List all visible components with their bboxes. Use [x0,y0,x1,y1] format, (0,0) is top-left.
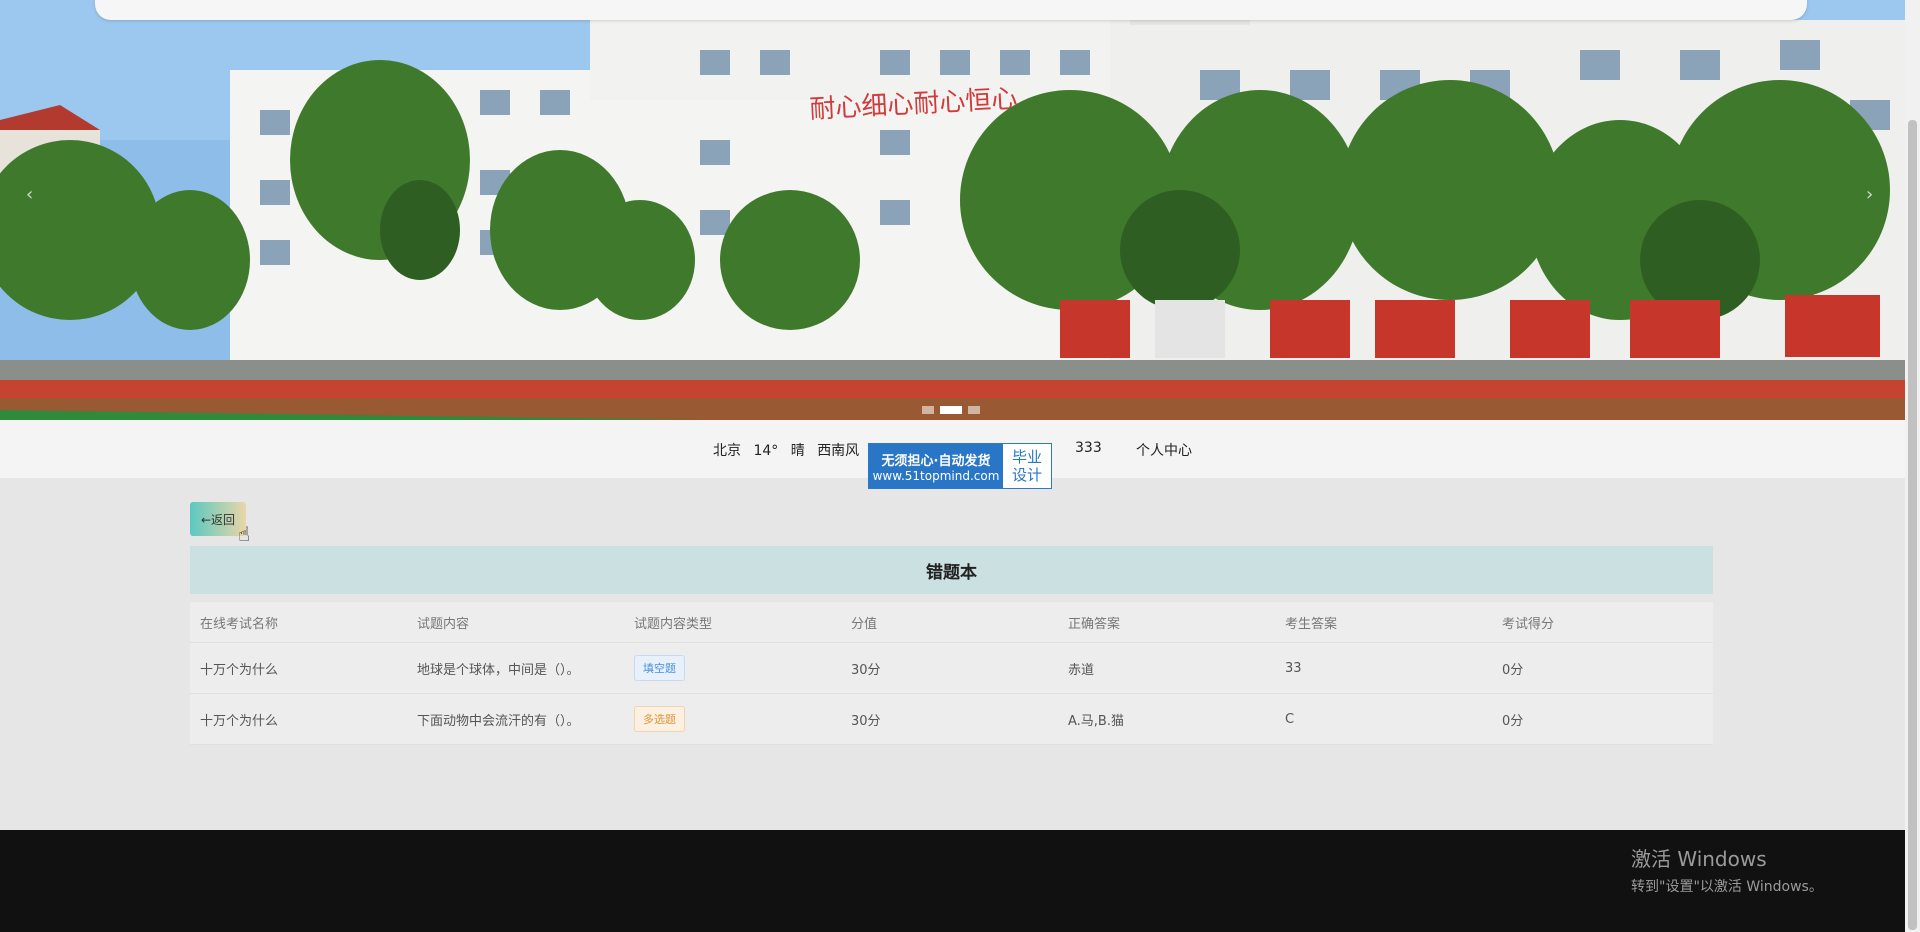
activation-hint: 转到"设置"以激活 Windows。 [1631,879,1823,895]
main-content: ←返回 ☝ 错题本 在线考试名称 试题内容 试题内容类型 分值 正确答案 考生答… [0,478,1905,830]
page-title: 错题本 [190,546,1713,594]
cell-question-type: 多选题 [624,693,841,745]
ad-slogan: 无须担心·自动发货 [881,453,991,469]
carousel-dot[interactable] [922,406,934,414]
ad-banner[interactable]: 无须担心·自动发货 www.51topmind.com 毕业 设计 [868,443,1052,489]
cell-correct-answer: 赤道 [1058,642,1275,694]
header-student-answer[interactable]: 考生答案 [1275,602,1492,643]
carousel-dot-active[interactable] [940,406,962,414]
footer [0,830,1905,932]
cell-exam-name: 十万个为什么 [190,693,407,745]
cell-exam-name: 十万个为什么 [190,642,407,694]
table-header-row: 在线考试名称 试题内容 试题内容类型 分值 正确答案 考生答案 考试得分 [190,602,1713,643]
personal-center-link[interactable]: 个人中心 [1136,440,1192,460]
top-navigation-bar [95,0,1807,20]
username[interactable]: 333 [1075,440,1102,456]
cell-correct-answer: A.马,B.猫 [1058,693,1275,745]
cell-score-value: 30分 [841,693,1058,745]
cell-student-answer: 33 [1275,642,1492,694]
table-row[interactable]: 十万个为什么 下面动物中会流汗的有（）。 多选题 30分 A.马,B.猫 C 0… [190,693,1713,745]
scrollbar-thumb[interactable] [1908,120,1917,930]
windows-activation-watermark: 激活 Windows 转到"设置"以激活 Windows。 [1631,843,1823,896]
header-exam-name[interactable]: 在线考试名称 [190,602,407,643]
hand-cursor-icon: ☝ [238,522,251,546]
header-exam-score[interactable]: 考试得分 [1492,602,1713,643]
header-question-type[interactable]: 试题内容类型 [624,602,841,643]
cell-question-type: 填空题 [624,642,841,694]
carousel-dot[interactable] [968,406,980,414]
banner-image: 耐心细心耐心恒心 [0,0,1905,420]
table-row[interactable]: 十万个为什么 地球是个球体，中间是（）。 填空题 30分 赤道 33 0分 [190,642,1713,694]
banner-carousel[interactable]: 耐心细心耐心恒心 [0,0,1905,420]
cell-question-content: 地球是个球体，中间是（）。 [407,642,624,694]
question-type-tag: 填空题 [634,655,685,681]
weather-wind: 西南风 [817,443,860,459]
cell-exam-score: 0分 [1492,693,1713,745]
header-correct-answer[interactable]: 正确答案 [1058,602,1275,643]
page-scrollbar[interactable] [1905,0,1920,932]
ad-right-text-2: 设计 [1011,466,1042,484]
carousel-indicators [922,406,980,414]
weather-temperature: 14° [753,443,779,459]
cell-score-value: 30分 [841,642,1058,694]
cell-question-content: 下面动物中会流汗的有（）。 [407,693,624,745]
ad-right-text-1: 毕业 [1011,448,1042,466]
carousel-next-arrow[interactable]: › [1866,184,1873,205]
wrong-questions-table: 在线考试名称 试题内容 试题内容类型 分值 正确答案 考生答案 考试得分 十万个… [190,602,1713,745]
cell-student-answer: C [1275,693,1492,745]
ad-left-panel: 无须担心·自动发货 www.51topmind.com [869,444,1003,488]
header-question-content[interactable]: 试题内容 [407,602,624,643]
weather-city: 北京 [713,443,741,459]
carousel-prev-arrow[interactable]: ‹ [26,184,33,205]
question-type-tag: 多选题 [634,706,685,732]
weather-condition: 晴 [790,443,805,459]
cell-exam-score: 0分 [1492,642,1713,694]
activation-title: 激活 Windows [1631,847,1767,871]
header-score-value[interactable]: 分值 [841,602,1058,643]
ad-right-panel: 毕业 设计 [1003,444,1051,488]
ad-url: www.51topmind.com [872,468,1000,483]
